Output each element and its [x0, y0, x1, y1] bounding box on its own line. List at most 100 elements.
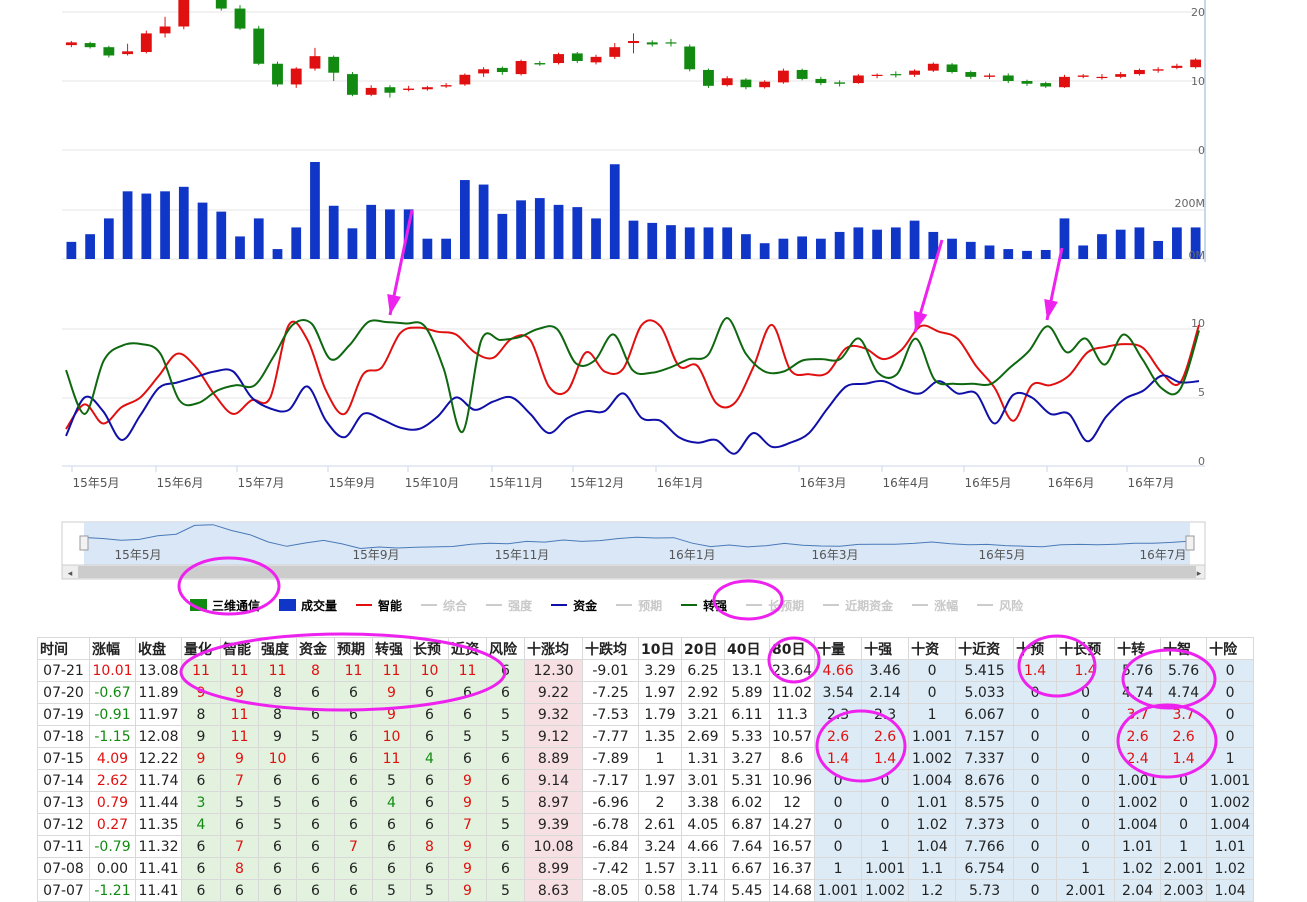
candle-body — [103, 47, 115, 56]
candle-body — [740, 79, 752, 88]
legend-item[interactable]: 风险 — [977, 597, 1023, 614]
table-cell: 6 — [448, 681, 487, 704]
table-cell: 1.001 — [1206, 769, 1255, 792]
table-cell: 6 — [334, 703, 373, 726]
table-cell: 1.57 — [638, 857, 682, 880]
table-cell: 0 — [1013, 747, 1058, 770]
table-cell: 6 — [181, 835, 221, 858]
volume-bar — [178, 186, 189, 259]
table-header-cell: 近资 — [448, 637, 487, 660]
navigator-tick-label: 16年7月 — [1140, 548, 1187, 562]
candle-body — [478, 69, 490, 74]
x-tick-label: 15年12月 — [570, 476, 625, 490]
table-row: 07-20 -0.67 11.89 9 9 8 6 6 9 6 6 6 9.22 -7.25 1.97 2.9… — [37, 681, 1255, 704]
legend-label: 智能 — [378, 598, 403, 613]
table-cell: 4.74 — [1160, 681, 1208, 704]
legend-item[interactable]: 预期 — [616, 597, 662, 614]
table-cell: 0 — [1206, 725, 1255, 748]
volume-bar — [534, 198, 545, 259]
table-cell: 6 — [334, 879, 373, 902]
volume-tick-label: 0M — [1189, 249, 1206, 262]
candle-body — [365, 87, 377, 95]
legend-item[interactable]: 长预期 — [746, 597, 804, 614]
table-cell: 1.97 — [638, 681, 682, 704]
navigator-scrollbar-thumb — [78, 566, 1196, 578]
table-cell: 0.27 — [89, 813, 136, 836]
table-cell: 6 — [372, 835, 411, 858]
legend-item[interactable]: 涨幅 — [912, 597, 958, 614]
volume-bar — [1003, 249, 1014, 259]
candle-body — [1002, 75, 1014, 81]
table-cell: -9.01 — [582, 659, 639, 682]
volume-bar — [66, 241, 77, 259]
table-cell: 8 — [220, 857, 259, 880]
legend-item[interactable]: 近期资金 — [823, 597, 893, 614]
volume-bar — [385, 209, 395, 259]
table-cell: 2.6 — [861, 725, 910, 748]
table-cell: 5 — [486, 703, 525, 726]
table-cell: 6 — [486, 659, 525, 682]
candle-body — [290, 68, 302, 85]
table-cell: 8.89 — [524, 747, 583, 770]
legend-item[interactable]: 强度 — [486, 597, 532, 614]
candle-body — [909, 70, 920, 75]
candle-body — [84, 43, 96, 48]
legend-swatch — [356, 604, 373, 606]
table-cell: 1.4 — [814, 747, 863, 770]
table-cell: 2.001 — [1160, 857, 1208, 880]
table-cell: 0.79 — [89, 791, 136, 814]
table-cell: 13.08 — [135, 659, 182, 682]
table-cell: 11 — [220, 703, 259, 726]
table-cell: 5 — [296, 725, 335, 748]
table-cell: 2.003 — [1160, 879, 1208, 902]
table-header-cell: 预期 — [334, 637, 373, 660]
legend-item[interactable]: 综合 — [421, 597, 467, 614]
legend-item[interactable]: 三维通信 — [190, 597, 260, 614]
legend-item[interactable]: 资金 — [551, 597, 597, 614]
table-cell: 0 — [861, 813, 910, 836]
table-cell: 6 — [410, 857, 449, 880]
volume-bar — [141, 193, 152, 259]
volume-bar — [647, 222, 658, 259]
table-cell: 6 — [296, 769, 335, 792]
legend-label: 资金 — [573, 598, 598, 613]
table-cell: 1 — [1056, 857, 1116, 880]
legend-item[interactable]: 转强 — [681, 597, 727, 614]
table-cell: 0 — [908, 681, 957, 704]
table-cell: 0 — [1160, 769, 1208, 792]
table-cell: 0 — [814, 791, 863, 814]
volume-bar — [797, 236, 808, 259]
table-cell: 5.45 — [724, 879, 770, 902]
navigator-tick-label: 15年11月 — [495, 548, 550, 562]
table-cell: 0 — [1056, 813, 1116, 836]
candle-body — [421, 87, 433, 90]
table-row: 07-13 0.79 11.44 3 5 5 6 6 4 6 9 5 8.97 -6.96 2 3.38 6.0… — [37, 791, 1255, 814]
table-cell: 11.41 — [135, 857, 182, 880]
candle-body — [159, 26, 171, 34]
stock-chart: 20 10 0 200M 0M 10 5 0 15年5月 15年6月 15年7月 15年9月 15年10… — [61, 0, 1206, 580]
legend-item[interactable]: 智能 — [356, 597, 402, 614]
legend-item[interactable]: 成交量 — [279, 597, 337, 614]
scroll-right-arrow: ▸ — [1197, 569, 1202, 579]
volume-bar — [122, 191, 133, 259]
candle-body — [1077, 75, 1089, 77]
table-cell: 1.002 — [861, 879, 910, 902]
table-cell: 9 — [181, 681, 221, 704]
table-cell: 5.73 — [955, 879, 1015, 902]
table-cell: 7 — [220, 769, 259, 792]
table-cell: 8 — [258, 681, 297, 704]
x-tick-label: 15年5月 — [73, 476, 120, 490]
volume-bar — [666, 225, 676, 259]
legend-label: 综合 — [443, 598, 468, 613]
table-cell: 12.08 — [135, 725, 182, 748]
table-cell: 6.87 — [724, 813, 770, 836]
candle-body — [852, 75, 864, 84]
table-cell: 9 — [181, 747, 221, 770]
table-cell: 10.01 — [89, 659, 136, 682]
candle-body — [965, 72, 977, 77]
candle-body — [1190, 59, 1202, 68]
table-cell: 2.3 — [861, 703, 910, 726]
table-cell: 11 — [372, 659, 411, 682]
table-cell: 9 — [448, 835, 487, 858]
table-cell: 2.001 — [1056, 879, 1116, 902]
